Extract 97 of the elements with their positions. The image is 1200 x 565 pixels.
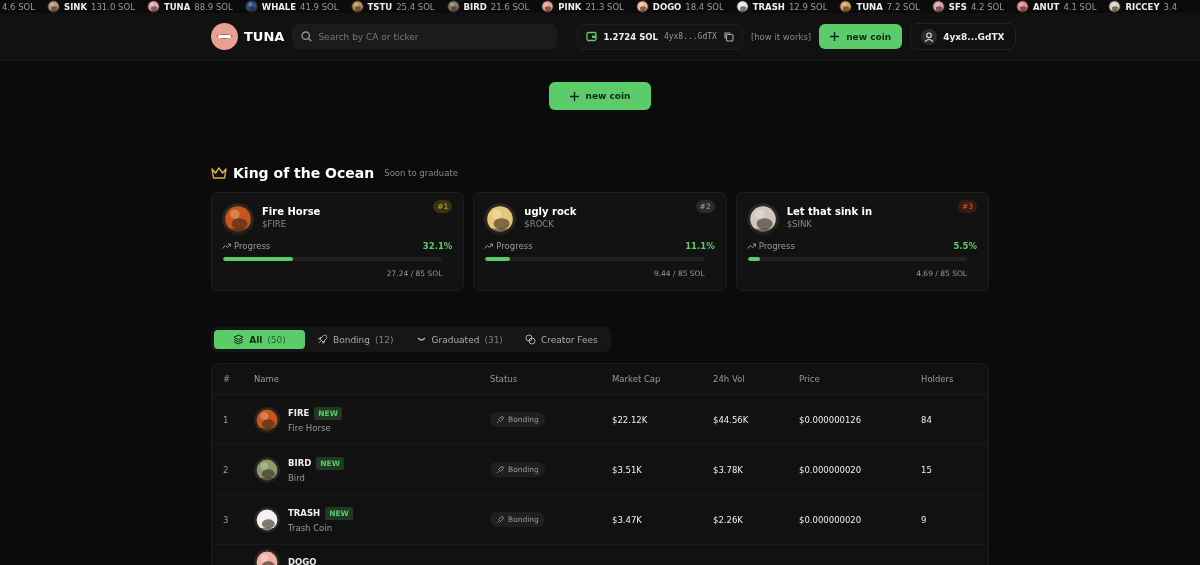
search-icon — [301, 31, 313, 42]
new-coin-button[interactable]: new coin — [548, 82, 652, 110]
table-cell-text: $3.78K — [713, 464, 744, 475]
coin-ticker: $FIRE — [262, 219, 288, 229]
column-header: # — [223, 374, 232, 384]
wallet-icon — [586, 31, 598, 42]
ticker-amount: 41.9 SOL — [300, 1, 339, 12]
coin-name: Fire Horse — [262, 206, 321, 217]
ticker-symbol[interactable]: BIRD — [463, 1, 487, 12]
ticker-amount: 88.9 SOL — [194, 1, 233, 12]
progress-label: Progress — [496, 241, 534, 251]
ticker-symbol[interactable]: TSTU — [367, 1, 393, 12]
rocket-icon — [317, 334, 328, 345]
ticker-symbol[interactable]: SINK — [64, 1, 88, 12]
trend-icon — [746, 243, 756, 249]
progress-percent: 11.1% — [685, 241, 715, 251]
crown-icon — [211, 166, 227, 180]
ticker-symbol[interactable]: PINK — [558, 1, 582, 12]
ticker-symbol[interactable]: TUNA — [163, 1, 191, 12]
layers-icon — [233, 334, 245, 345]
ticker-amount: 25.4 SOL — [396, 1, 435, 12]
ticker-symbol[interactable]: RICCEY — [1125, 1, 1160, 12]
table-cell-text: 1 — [223, 414, 230, 425]
table-cell-text: 2 — [223, 464, 230, 475]
how-it-works-link[interactable]: [how it works] — [750, 31, 812, 42]
coin-ticker: $SINK — [786, 219, 813, 229]
ticker-symbol[interactable]: TRASH — [752, 1, 785, 12]
filter-tab[interactable]: Creator Fees — [514, 330, 608, 349]
plus-icon — [569, 91, 579, 101]
ticker-amount: 131.0 SOL — [91, 1, 135, 12]
column-header: 24h Vol — [713, 374, 746, 384]
coin-name: Trash Coin — [288, 522, 334, 533]
table-cell-text: $3.47K — [612, 514, 643, 525]
coin-symbol: DOGO — [288, 557, 317, 565]
plus-icon — [830, 32, 840, 41]
coin-ticker: $ROCK — [524, 219, 555, 229]
filter-tab[interactable]: All (50) — [214, 330, 305, 349]
column-header: Status — [490, 374, 519, 384]
brand-name: TUNA — [244, 29, 285, 44]
ticker-symbol[interactable]: TUNA — [856, 1, 883, 12]
trend-icon — [222, 243, 231, 249]
rocket-icon — [496, 515, 504, 524]
table-cell-text: $3.51K — [612, 464, 643, 475]
table-cell-text: $0.000000020 — [799, 514, 863, 525]
wallet-balance: 1.2724 SOL — [603, 31, 658, 42]
column-header: Market Cap — [612, 374, 662, 384]
section-title: King of the Ocean — [233, 165, 375, 181]
ticker-amount: 4.2 SOL — [970, 1, 1004, 12]
filter-tab[interactable]: Bonding (12) — [307, 330, 404, 349]
ticker-symbol[interactable]: WHALE — [261, 1, 297, 12]
trend-icon — [484, 243, 494, 249]
coins-icon — [524, 334, 536, 345]
table-cell-text: 9 — [921, 514, 928, 525]
logo-icon — [211, 23, 238, 50]
table-cell-text: $22.12K — [612, 414, 649, 425]
rocket-icon — [496, 415, 504, 424]
new-coin-button[interactable]: new coin — [819, 24, 903, 49]
ticker-amount: 7.2 SOL — [886, 1, 920, 12]
ticker-amount: 4.1 SOL — [1063, 1, 1097, 12]
ticker-symbol[interactable]: ANUT — [1032, 1, 1060, 12]
wallet-address: 4yx8...GdTX — [663, 32, 717, 41]
column-header: Name — [254, 374, 281, 384]
coin-name: Let that sink in — [786, 206, 873, 217]
table-cell-text: $2.26K — [713, 514, 744, 525]
column-header: Price — [799, 374, 821, 384]
ticker-amount: 4.6 SOL — [2, 1, 36, 12]
coin-symbol: FIRE — [288, 408, 310, 418]
search-field[interactable]: Search by CA or ticker — [292, 24, 558, 49]
table-cell-text: 15 — [921, 464, 933, 475]
coin-name: Bird — [288, 472, 306, 483]
coin-name: Fire Horse — [288, 422, 332, 433]
ticker-amount: 21.6 SOL — [490, 1, 530, 12]
progress-label: Progress — [234, 241, 272, 251]
progress-percent: 5.5% — [953, 241, 977, 251]
column-header: Holders — [921, 374, 955, 384]
rocket-icon — [496, 465, 504, 474]
table-cell-text: 84 — [921, 414, 933, 425]
progress-label: Progress — [758, 241, 796, 251]
coin-name: ugly rock — [524, 206, 577, 217]
ticker-amount: 21.3 SOL — [585, 1, 624, 12]
user-icon — [921, 28, 938, 45]
table-cell-text: 3 — [223, 514, 230, 525]
progress-percent: 32.1% — [422, 241, 453, 251]
ticker-amount: 18.4 SOL — [685, 1, 724, 12]
ticker-amount: 12.9 SOL — [788, 1, 828, 12]
filter-tab[interactable]: Graduated (31) — [405, 330, 513, 349]
table-cell-text: $0.000000126 — [799, 414, 863, 425]
copy-icon — [722, 31, 734, 42]
ticker-amount: 3.4 — [1163, 1, 1178, 12]
table-cell-text: $44.56K — [713, 414, 750, 425]
ticker-symbol[interactable]: SFS — [948, 1, 967, 12]
coin-symbol: TRASH — [288, 508, 321, 518]
coin-symbol: BIRD — [288, 458, 312, 468]
ticker-symbol[interactable]: DOGO — [652, 1, 682, 12]
section-subtitle: Soon to graduate — [384, 168, 458, 178]
table-cell-text: $0.000000020 — [799, 464, 863, 475]
profile-button[interactable]: 4yx8...GdTX — [910, 23, 1016, 50]
